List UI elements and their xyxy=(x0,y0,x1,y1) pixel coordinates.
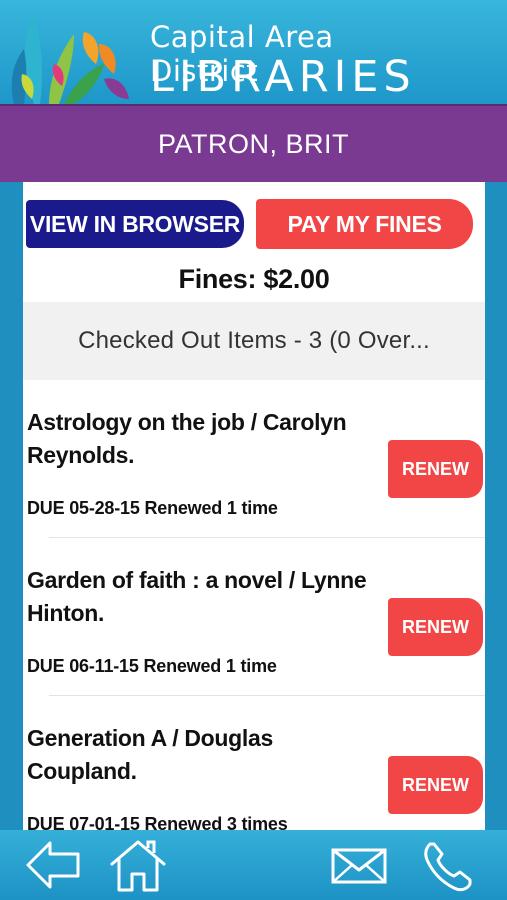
patron-bar: PATRON, BRIT xyxy=(0,104,507,182)
home-icon[interactable] xyxy=(108,838,168,894)
checked-out-section-label: Checked Out Items - 3 (0 Over... xyxy=(78,327,430,354)
phone-icon[interactable] xyxy=(420,838,476,894)
bottom-nav-bar xyxy=(0,830,507,900)
list-item: Generation A / Douglas Coupland. DUE 07-… xyxy=(23,696,485,830)
item-due-date: DUE 05-28-15 Renewed 1 time xyxy=(27,498,278,518)
left-rail xyxy=(0,182,23,830)
item-due-date: DUE 06-11-15 Renewed 1 time xyxy=(27,656,277,676)
item-title: Astrology on the job / Carolyn Reynolds. xyxy=(27,409,347,468)
pay-my-fines-button[interactable]: PAY MY FINES xyxy=(256,199,473,249)
mail-icon[interactable] xyxy=(330,838,388,892)
back-arrow-icon[interactable] xyxy=(24,838,82,892)
item-title: Generation A / Douglas Coupland. xyxy=(27,725,274,784)
action-button-row: VIEW IN BROWSER PAY MY FINES xyxy=(26,199,473,249)
right-rail xyxy=(485,182,507,830)
list-item: Garden of faith : a novel / Lynne Hinton… xyxy=(23,538,485,696)
list-item: Astrology on the job / Carolyn Reynolds.… xyxy=(23,380,485,538)
brand-title-line2: LIBRARIES xyxy=(150,52,416,102)
account-panel: VIEW IN BROWSER PAY MY FINES Fines: $2.0… xyxy=(23,182,485,830)
view-in-browser-button[interactable]: VIEW IN BROWSER xyxy=(26,200,244,248)
cadl-logo-icon xyxy=(11,14,129,104)
patron-name: PATRON, BRIT xyxy=(157,128,349,159)
renew-button[interactable]: RENEW xyxy=(388,598,483,656)
checked-out-section-header[interactable]: Checked Out Items - 3 (0 Over... xyxy=(23,302,485,380)
item-due-date: DUE 07-01-15 Renewed 3 times xyxy=(27,814,288,830)
item-title: Garden of faith : a novel / Lynne Hinton… xyxy=(27,567,367,626)
renew-button[interactable]: RENEW xyxy=(388,756,483,814)
renew-button[interactable]: RENEW xyxy=(388,440,483,498)
fines-amount: Fines: $2.00 xyxy=(178,264,330,294)
app-header: Capital Area District LIBRARIES xyxy=(0,0,507,104)
